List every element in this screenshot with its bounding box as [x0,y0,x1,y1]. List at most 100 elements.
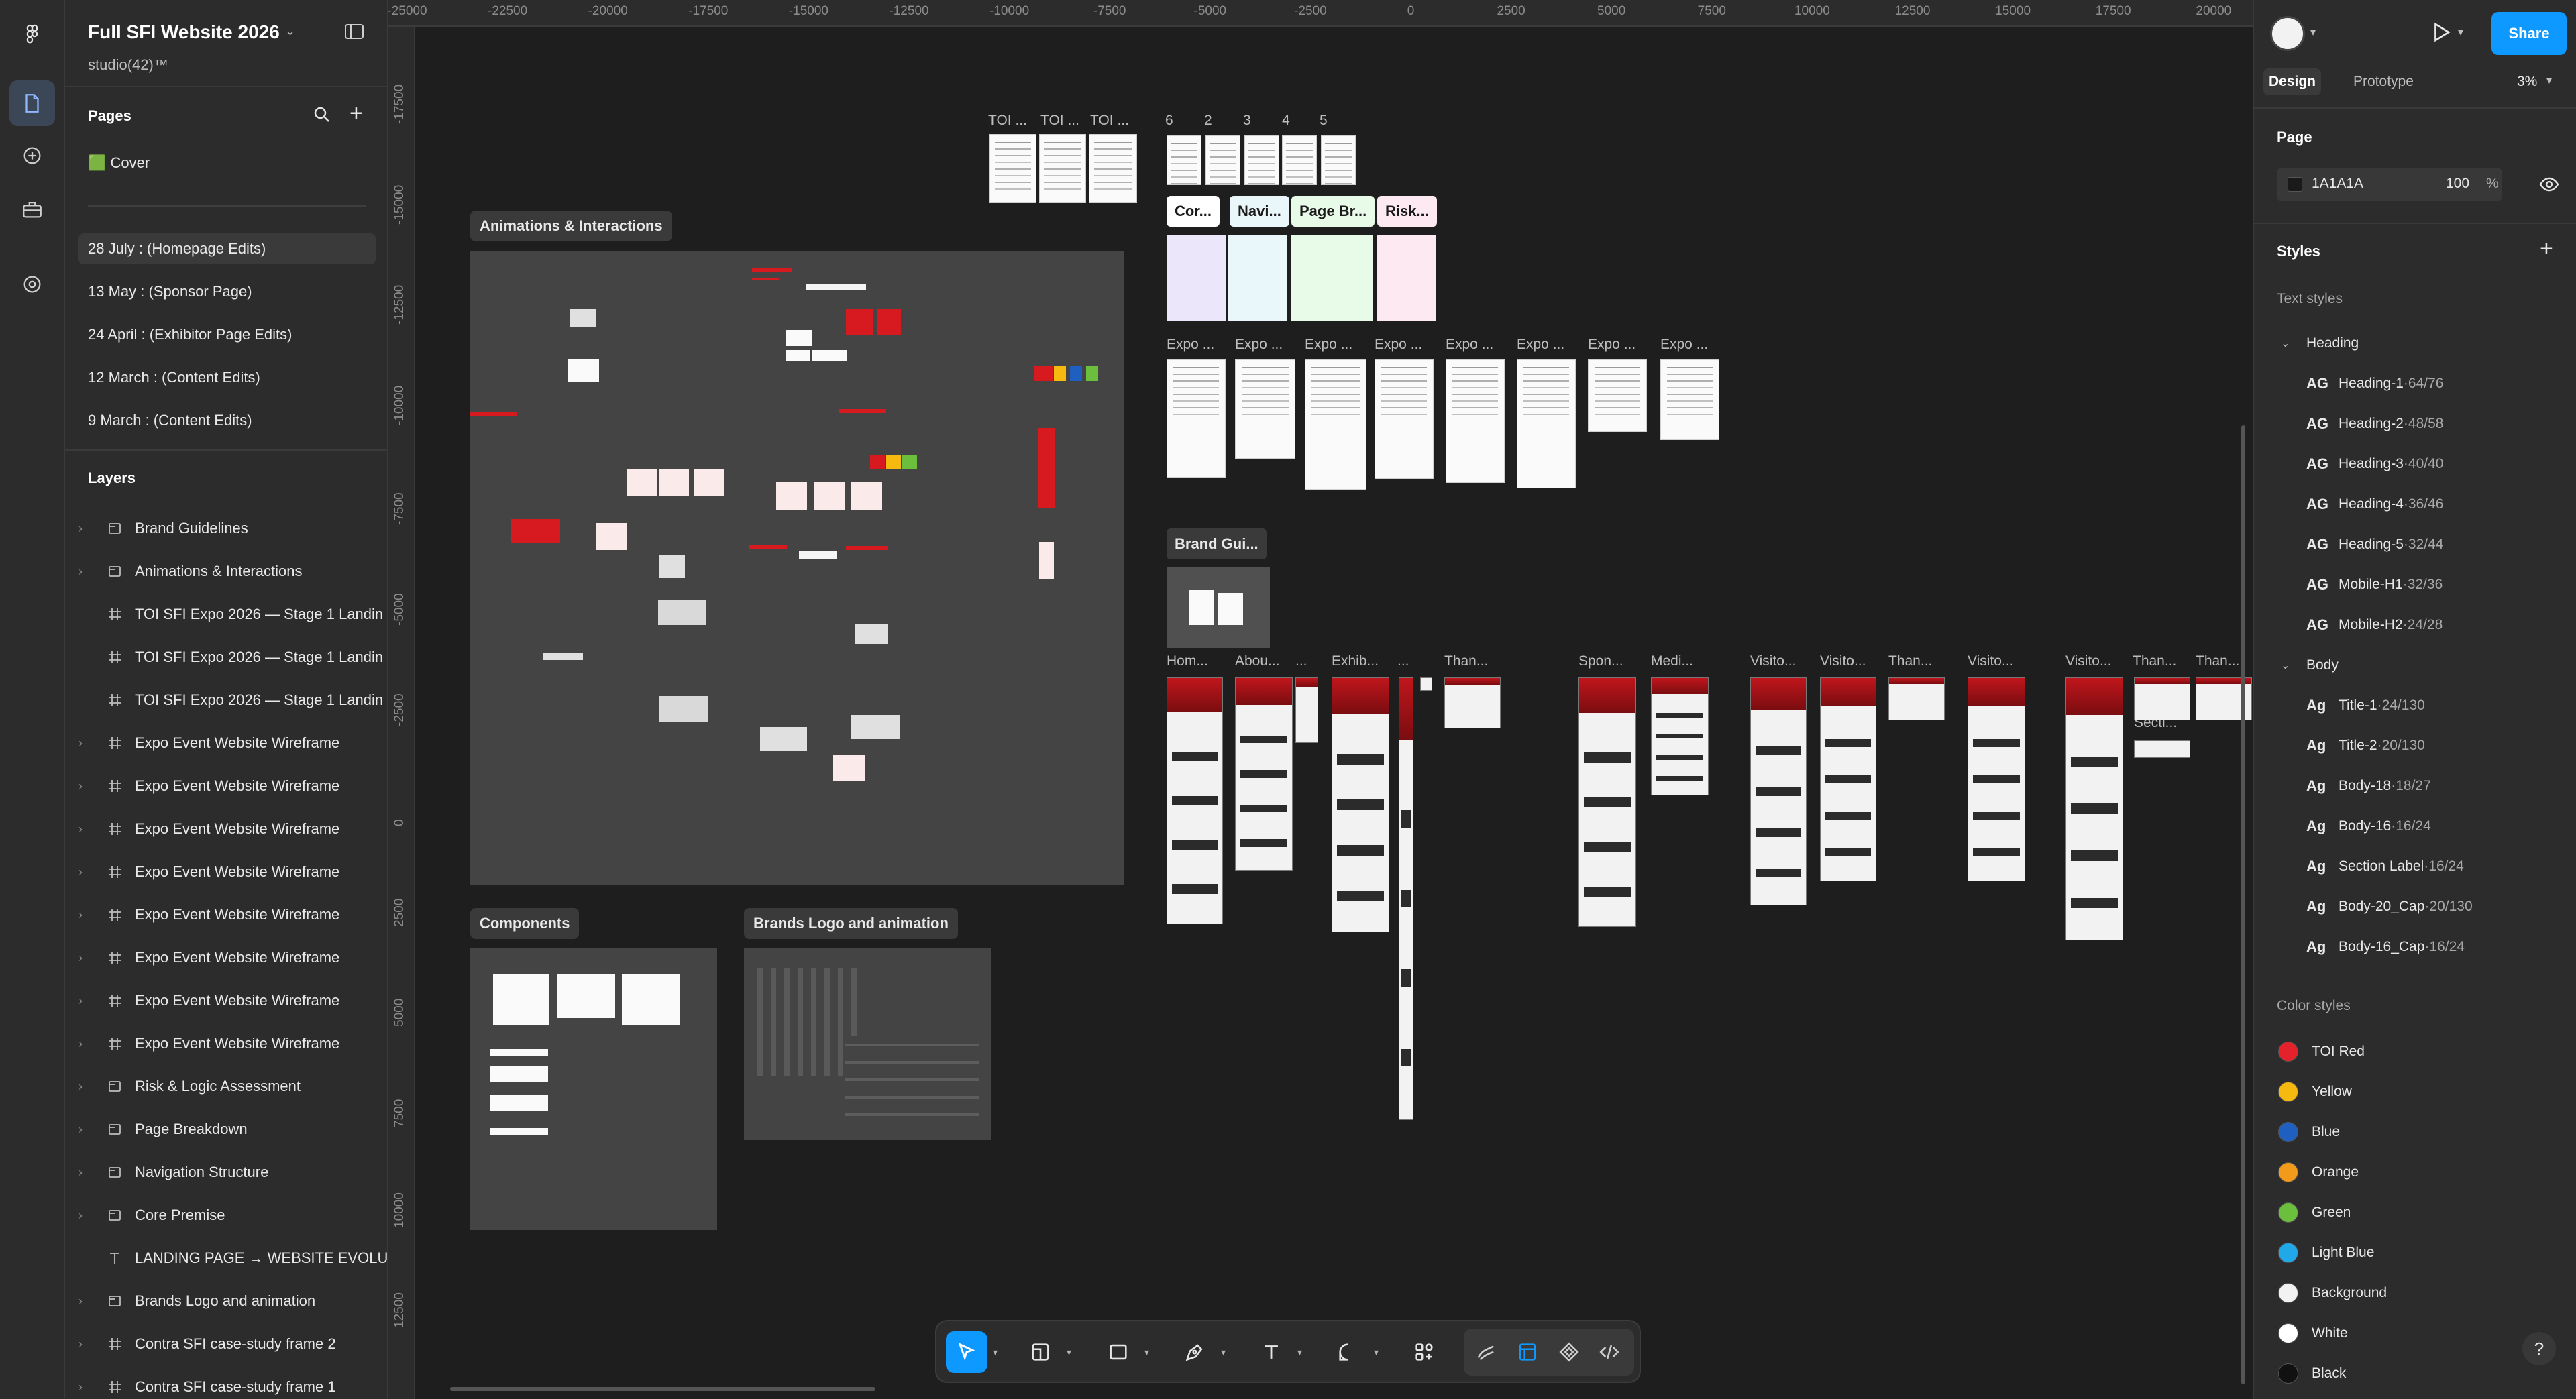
chevron-right-icon[interactable]: › [65,1037,89,1051]
website-page-frame[interactable] [1651,677,1709,795]
avatar[interactable] [2270,16,2305,51]
page-item-cover[interactable]: 🟩 Cover [78,148,376,178]
tag-navigation[interactable]: Navi... [1230,196,1289,227]
actions-icon[interactable] [1403,1331,1445,1373]
rectangle-tool-icon[interactable] [1097,1331,1139,1373]
layer-item[interactable]: › Contra SFI case-study frame 2 [65,1323,387,1365]
expo-wireframe[interactable] [1305,359,1366,490]
frame-tool-chevron-icon[interactable]: ▾ [1067,1347,1071,1358]
text-style-item[interactable]: AG Mobile-H2 · 24/28 [2254,605,2576,645]
chevron-right-icon[interactable]: › [65,1380,89,1394]
move-tool-icon[interactable] [946,1331,987,1373]
zoom-chevron-icon[interactable]: ▾ [2546,74,2552,87]
text-style-item[interactable]: AG Mobile-H1 · 32/36 [2254,565,2576,605]
layer-item[interactable]: › Expo Event Website Wireframe [65,893,387,936]
tag-core[interactable]: Cor... [1167,196,1220,227]
text-style-item[interactable]: AG Heading-4 · 36/46 [2254,484,2576,524]
chevron-right-icon[interactable]: › [65,565,89,579]
assets-icon[interactable] [9,133,55,178]
chevron-right-icon[interactable]: › [65,822,89,836]
section-label-animations[interactable]: Animations & Interactions [470,211,672,241]
chevron-down-icon[interactable]: ⌄ [2281,659,2296,672]
layer-item[interactable]: › Expo Event Website Wireframe [65,1022,387,1065]
color-style-item[interactable]: TOI Red [2254,1031,2576,1072]
expo-wireframe[interactable] [1660,359,1719,440]
present-chevron-icon[interactable]: ▾ [2458,25,2463,39]
core-card[interactable] [1167,235,1226,321]
eye-icon[interactable] [2538,176,2560,197]
chevron-right-icon[interactable]: › [65,951,89,965]
team-name[interactable]: studio(42)™ [88,56,168,74]
layer-item[interactable]: LANDING PAGE → WEBSITE EVOLUT [65,1237,387,1280]
text-tool-chevron-icon[interactable]: ▾ [1297,1347,1302,1358]
chevron-right-icon[interactable]: › [65,1337,89,1351]
component-icon[interactable] [1548,1331,1590,1373]
text-style-item[interactable]: Ag Section Label · 16/24 [2254,846,2576,887]
color-style-item[interactable]: Yellow [2254,1072,2576,1112]
file-name[interactable]: Full SFI Website 2026 [88,21,280,43]
website-page-frame[interactable] [2134,677,2190,720]
style-group-header[interactable]: ⌄ Heading [2254,323,2576,363]
text-style-item[interactable]: Ag Title-2 · 20/130 [2254,726,2576,766]
add-style-icon[interactable]: + [2540,236,2553,262]
toi-doc[interactable] [1039,134,1086,203]
brand-guidelines-frame[interactable] [1167,567,1270,648]
layer-item[interactable]: › Expo Event Website Wireframe [65,722,387,765]
expo-wireframe[interactable] [1235,359,1295,459]
website-page-frame[interactable] [2134,740,2190,758]
chevron-right-icon[interactable]: › [65,779,89,793]
page-item-12-march[interactable]: 12 March : (Content Edits) [78,362,376,393]
expo-wireframe[interactable] [1588,359,1647,432]
canvas[interactable]: -25000 -22500 -20000 -17500 -15000 -12500 -100… [388,0,2253,1399]
numbered-doc[interactable] [1282,135,1317,185]
page-opacity-value[interactable]: 100 [2446,176,2469,192]
layer-item[interactable]: › Page Breakdown [65,1108,387,1151]
website-page-frame[interactable] [1444,677,1501,728]
expo-wireframe[interactable] [1446,359,1505,483]
layer-item[interactable]: › Risk & Logic Assessment [65,1065,387,1108]
website-page-frame[interactable] [1578,677,1636,927]
website-page-frame[interactable] [1750,677,1807,905]
color-style-item[interactable]: Background [2254,1273,2576,1313]
section-components[interactable] [470,948,717,1230]
frame-tool-icon[interactable] [1020,1331,1061,1373]
layer-item[interactable]: › Expo Event Website Wireframe [65,979,387,1022]
layer-item[interactable]: › Navigation Structure [65,1151,387,1194]
chevron-right-icon[interactable]: › [65,994,89,1008]
chevron-right-icon[interactable]: › [65,1209,89,1223]
text-style-item[interactable]: AG Heading-2 · 48/58 [2254,404,2576,444]
toi-doc[interactable] [1089,134,1137,203]
text-style-item[interactable]: AG Heading-1 · 64/76 [2254,363,2576,404]
website-page-frame[interactable] [1399,677,1413,1120]
toolbox-icon[interactable] [9,186,55,232]
layer-item[interactable]: › Brands Logo and animation [65,1280,387,1323]
file-pages-icon[interactable] [9,80,55,126]
chevron-right-icon[interactable]: › [65,1166,89,1180]
page-breakdown-card[interactable] [1291,235,1373,321]
website-page-frame[interactable] [1888,677,1945,720]
file-menu-chevron-icon[interactable]: ⌄ [285,24,295,38]
page-item-9-march[interactable]: 9 March : (Content Edits) [78,405,376,436]
risk-card[interactable] [1377,235,1436,321]
horizontal-scrollbar[interactable] [450,1387,875,1391]
style-group-header[interactable]: ⌄ Body [2254,645,2576,685]
chevron-right-icon[interactable]: › [65,1294,89,1308]
comment-tool-chevron-icon[interactable]: ▾ [1374,1347,1379,1358]
present-icon[interactable] [2428,20,2453,48]
website-page-frame[interactable] [2065,677,2123,940]
tab-prototype[interactable]: Prototype [2353,74,2414,90]
text-style-item[interactable]: AG Heading-3 · 40/40 [2254,444,2576,484]
pen-tool-icon[interactable] [1174,1331,1216,1373]
layer-item[interactable]: › Core Premise [65,1194,387,1237]
website-page-frame[interactable] [1968,677,2025,881]
toi-doc[interactable] [989,134,1036,203]
layer-item[interactable]: › Expo Event Website Wireframe [65,807,387,850]
expo-wireframe[interactable] [1167,359,1226,478]
vertical-scrollbar[interactable] [2241,425,2245,1384]
add-page-icon[interactable]: + [350,101,363,127]
layer-item[interactable]: TOI SFI Expo 2026 — Stage 1 Landin [65,679,387,722]
figma-logo-icon[interactable] [9,12,55,58]
page-color-swatch[interactable] [2288,177,2302,192]
page-item-13-may[interactable]: 13 May : (Sponsor Page) [78,276,376,307]
expo-wireframe[interactable] [1517,359,1576,488]
